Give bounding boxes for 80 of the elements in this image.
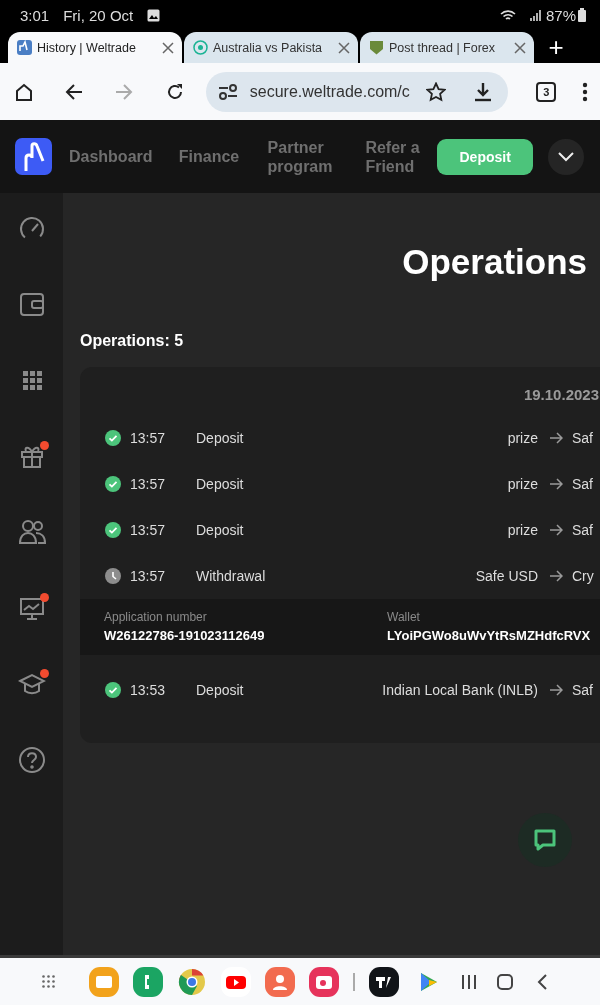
divider-line bbox=[353, 972, 355, 991]
account-menu-button[interactable] bbox=[548, 138, 584, 175]
recents-icon[interactable] bbox=[461, 973, 477, 990]
people-icon[interactable] bbox=[17, 518, 46, 546]
date-text: Fri, 20 Oct bbox=[63, 6, 134, 24]
wallet-icon[interactable] bbox=[17, 290, 46, 318]
field-label: Wallet bbox=[387, 610, 421, 624]
destination-account: Saf bbox=[572, 476, 594, 492]
home-icon[interactable] bbox=[14, 81, 34, 102]
destination-account: Saf bbox=[572, 682, 594, 698]
chevron-down-icon bbox=[558, 151, 575, 162]
source-account: prize bbox=[507, 522, 538, 538]
nav-link[interactable]: Finance bbox=[178, 147, 268, 166]
address-bar[interactable]: secure.weltrade.com/c bbox=[205, 71, 509, 112]
operation-type: Deposit bbox=[196, 682, 245, 698]
wallet-address: LYoiPGWo8uWvYtRsMZHdfcRVX bbox=[387, 628, 591, 643]
nav-link[interactable]: Refer a Friend bbox=[365, 137, 438, 176]
site-logo-icon bbox=[193, 40, 208, 55]
operation-type: Withdrawal bbox=[196, 568, 267, 584]
chart-app-icon[interactable] bbox=[369, 966, 399, 997]
signal-icon bbox=[529, 8, 542, 22]
camera-app-icon[interactable] bbox=[309, 966, 339, 997]
nav-link[interactable]: Dashboard bbox=[68, 147, 179, 166]
site-logo-icon bbox=[17, 40, 32, 55]
destination-account: Saf bbox=[572, 522, 594, 538]
close-icon[interactable] bbox=[338, 41, 350, 54]
arrow-right-icon bbox=[550, 684, 563, 696]
weltrade-logo[interactable] bbox=[15, 138, 52, 175]
source-account: prize bbox=[507, 430, 538, 446]
arrow-right-icon bbox=[550, 432, 563, 444]
reload-icon[interactable] bbox=[165, 82, 184, 101]
source-account: Indian Local Bank (INLB) bbox=[382, 682, 538, 698]
application-number: W26122786-191023112649 bbox=[104, 628, 266, 643]
operation-time: 13:53 bbox=[130, 682, 167, 698]
home-nav-icon[interactable] bbox=[497, 973, 513, 990]
wifi-icon bbox=[499, 8, 516, 22]
app-drawer-icon[interactable] bbox=[42, 975, 55, 988]
video-app-icon[interactable] bbox=[221, 966, 251, 997]
destination-account: Cry bbox=[572, 568, 595, 584]
phone-app-icon[interactable] bbox=[133, 966, 163, 997]
back-nav-icon[interactable] bbox=[537, 973, 547, 990]
operation-time: 13:57 bbox=[130, 522, 167, 538]
more-menu-icon[interactable] bbox=[582, 81, 588, 102]
nav-link[interactable]: Partner program bbox=[267, 137, 366, 176]
battery-percent: 87% bbox=[545, 6, 576, 24]
date-heading: 19.10.2023 bbox=[523, 386, 599, 403]
chat-bubble-icon bbox=[533, 828, 557, 852]
destination-account: Saf bbox=[572, 430, 594, 446]
operation-time: 13:57 bbox=[130, 476, 167, 492]
source-account: Safe USD bbox=[475, 568, 538, 584]
star-icon[interactable] bbox=[426, 81, 447, 102]
shield-icon bbox=[369, 40, 384, 55]
operation-time: 13:57 bbox=[130, 568, 167, 584]
operation-type: Deposit bbox=[196, 430, 245, 446]
arrow-right-icon bbox=[550, 478, 563, 490]
browser-tab[interactable]: Post thread | Forex bbox=[360, 32, 534, 63]
close-icon[interactable] bbox=[514, 41, 526, 54]
back-icon[interactable] bbox=[64, 82, 83, 101]
arrow-right-icon bbox=[550, 524, 563, 536]
arrow-right-icon bbox=[550, 570, 563, 582]
operations-count: Operations: 5 bbox=[80, 332, 185, 350]
operation-type: Deposit bbox=[196, 476, 245, 492]
close-icon[interactable] bbox=[162, 41, 174, 54]
new-tab-button[interactable]: + bbox=[536, 32, 576, 63]
contacts-app-icon[interactable] bbox=[265, 966, 295, 997]
battery-icon bbox=[578, 8, 586, 22]
page-title: Operations bbox=[402, 242, 587, 282]
source-account: prize bbox=[507, 476, 538, 492]
clock-time: 3:01 bbox=[20, 6, 50, 24]
operation-time: 13:57 bbox=[130, 430, 167, 446]
browser-app-icon[interactable] bbox=[177, 966, 207, 997]
tab-count-button[interactable]: 3 bbox=[536, 81, 556, 102]
browser-tab[interactable]: Australia vs Pakista bbox=[184, 32, 358, 63]
help-icon[interactable] bbox=[17, 746, 46, 774]
download-icon[interactable] bbox=[474, 81, 493, 102]
operation-type: Deposit bbox=[196, 522, 245, 538]
image-icon bbox=[147, 8, 161, 22]
browser-tab[interactable]: History | Weltrade bbox=[8, 32, 182, 63]
site-settings-icon[interactable] bbox=[217, 83, 238, 100]
field-label: Application number bbox=[104, 610, 208, 624]
